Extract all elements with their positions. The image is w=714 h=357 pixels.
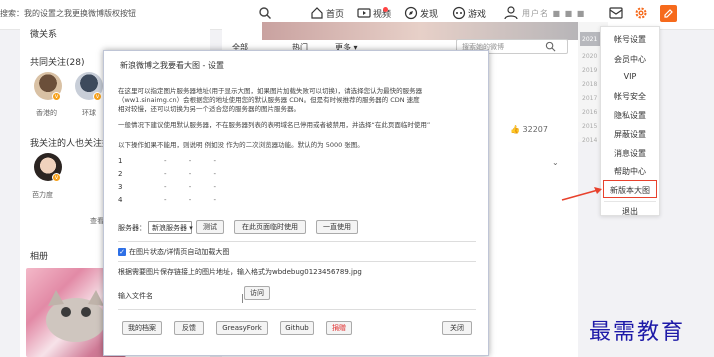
menu-member-center[interactable]: 会员中心 bbox=[601, 54, 659, 65]
year-item[interactable]: 2016 bbox=[582, 109, 597, 116]
filename-label: 输入文件名 bbox=[118, 292, 153, 300]
verified-badge: v bbox=[93, 92, 102, 101]
user-name-2[interactable]: 环球 bbox=[82, 108, 96, 118]
server-select-value: 新浪服务器 bbox=[152, 224, 187, 232]
user-name[interactable]: 用户名 ■ ■ ■ bbox=[522, 8, 585, 19]
year-item[interactable]: 2015 bbox=[582, 123, 597, 130]
verified-badge: v bbox=[52, 173, 61, 182]
search-icon[interactable] bbox=[545, 41, 556, 52]
menu-account-security[interactable]: 帐号安全 bbox=[601, 91, 659, 102]
nav-game-label: 游戏 bbox=[468, 9, 487, 20]
divider bbox=[118, 241, 476, 242]
nav-discover-label: 发现 bbox=[420, 9, 439, 20]
like-count-value: 32207 bbox=[522, 125, 548, 134]
relations-title: 微关系 bbox=[30, 30, 58, 40]
always-use-button[interactable]: 一直使用 bbox=[316, 220, 358, 234]
common-follow-title: 共同关注(28) bbox=[30, 58, 85, 68]
compose-button[interactable] bbox=[660, 5, 677, 22]
server-row-number: 4 bbox=[118, 196, 123, 204]
year-item[interactable]: 2021 bbox=[582, 36, 597, 43]
edit-icon bbox=[664, 9, 673, 18]
arrow-pointer-icon bbox=[561, 187, 602, 201]
watermark: 最需教育 bbox=[589, 320, 686, 345]
test-button[interactable]: 测试 bbox=[196, 220, 224, 234]
album-title: 相册 bbox=[30, 252, 49, 262]
thumbs-up-icon: 👍 bbox=[510, 125, 523, 134]
server-row-number: 1 bbox=[118, 157, 123, 165]
menu-divider bbox=[604, 201, 656, 202]
server-row-number: 2 bbox=[118, 170, 123, 178]
dialog-description: 在这里可以指定图片服务器地址(用于显示大图，如果图片加载失败可以切换)，请选择您… bbox=[118, 87, 423, 95]
filename-hint: 根据需要图片保存链接上的图片地址，输入格式为wbdebug0123456789.… bbox=[118, 268, 362, 276]
search-icon[interactable] bbox=[258, 6, 272, 20]
dialog-note: 以下操作如果不能用，则说明 例如没 作为的二次浏览器功能。默认的为 5000 张… bbox=[118, 141, 364, 149]
server-row-value: - - - bbox=[164, 196, 217, 204]
user-name-1[interactable]: 香港的 bbox=[36, 108, 57, 118]
year-item[interactable]: 2020 bbox=[582, 53, 597, 60]
close-button[interactable]: 关闭 bbox=[442, 321, 472, 335]
menu-message[interactable]: 消息设置 bbox=[601, 148, 659, 159]
menu-privacy[interactable]: 隐私设置 bbox=[601, 110, 659, 121]
greasyfork-button[interactable]: GreasyFork bbox=[216, 321, 268, 335]
year-item[interactable]: 2014 bbox=[582, 137, 597, 144]
dialog-note: 一般情况下建议使用默认服务器，不在服务器列表的表明域名已停用或者被禁用，并选择“… bbox=[118, 121, 431, 129]
nav-video-label: 视频 bbox=[373, 9, 392, 20]
search-input[interactable]: 搜索：我的设置之我更换微博版权按钮 bbox=[0, 8, 136, 19]
server-label: 服务器： bbox=[118, 224, 146, 232]
gear-icon[interactable] bbox=[633, 5, 649, 21]
server-row-value: - - - bbox=[164, 183, 217, 191]
like-count[interactable]: 👍 32207 bbox=[510, 125, 548, 134]
nav-game[interactable]: 游戏 bbox=[452, 6, 486, 20]
server-row-value: - - - bbox=[164, 157, 217, 165]
home-icon bbox=[311, 7, 323, 19]
server-select[interactable]: 新浪服务器 ▾ bbox=[148, 221, 193, 234]
year-item[interactable]: 2017 bbox=[582, 95, 597, 102]
chevron-down-icon[interactable]: ⌄ bbox=[552, 158, 559, 167]
menu-big-image[interactable]: 新版本大图 bbox=[601, 185, 659, 196]
year-item[interactable]: 2019 bbox=[582, 67, 597, 74]
year-item[interactable]: 2018 bbox=[582, 81, 597, 88]
menu-account-settings[interactable]: 帐号设置 bbox=[601, 34, 659, 45]
auto-load-label: 在图片状态/详情页自动加载大图 bbox=[129, 248, 230, 256]
nav-discover[interactable]: 发现 bbox=[404, 6, 438, 20]
more-link[interactable]: 查看 bbox=[90, 216, 104, 226]
temp-use-button[interactable]: 在此页面临时使用 bbox=[234, 220, 306, 234]
menu-logout[interactable]: 退出 bbox=[601, 206, 659, 217]
divider bbox=[118, 261, 476, 262]
settings-dialog: 新浪微博之我要看大图 - 设置 在这里可以指定图片服务器地址(用于显示大图，如果… bbox=[103, 50, 489, 356]
dialog-description: 相对较慢，还可以切换为另一个适合您的服务器的图片服务器。 bbox=[118, 105, 300, 113]
verified-badge: v bbox=[52, 92, 61, 101]
notification-dot bbox=[383, 7, 388, 12]
cover-banner bbox=[262, 22, 578, 40]
menu-vip[interactable]: VIP bbox=[601, 72, 659, 81]
nav-home-label: 首页 bbox=[326, 9, 345, 20]
donate-button[interactable]: 捐赠 bbox=[326, 321, 352, 335]
server-row-number: 3 bbox=[118, 183, 123, 191]
user-icon[interactable] bbox=[503, 5, 519, 21]
divider bbox=[118, 309, 476, 310]
compass-icon bbox=[404, 6, 418, 20]
video-icon bbox=[357, 8, 371, 18]
server-row-value: - - - bbox=[164, 170, 217, 178]
message-icon[interactable] bbox=[608, 5, 624, 21]
dialog-title: 新浪微博之我要看大图 - 设置 bbox=[120, 61, 224, 70]
dialog-description: （ww1.sinaimg.cn）会根据您的地址使用您的默认服务器 CDN。但是有… bbox=[118, 96, 420, 104]
auto-load-checkbox[interactable]: ✓ bbox=[118, 248, 126, 256]
my-profile-button[interactable]: 我的档案 bbox=[122, 321, 162, 335]
gamepad-icon bbox=[452, 6, 466, 20]
also-follow-title: 我关注的人也关注她 bbox=[30, 139, 112, 149]
query-button[interactable]: 访问 bbox=[244, 286, 270, 300]
user-name-3[interactable]: 芭力度 bbox=[32, 190, 53, 200]
menu-block[interactable]: 屏蔽设置 bbox=[601, 129, 659, 140]
github-button[interactable]: Github bbox=[280, 321, 314, 335]
menu-help[interactable]: 帮助中心 bbox=[601, 166, 659, 177]
nav-home[interactable]: 首页 bbox=[310, 6, 344, 20]
feedback-button[interactable]: 反馈 bbox=[174, 321, 204, 335]
